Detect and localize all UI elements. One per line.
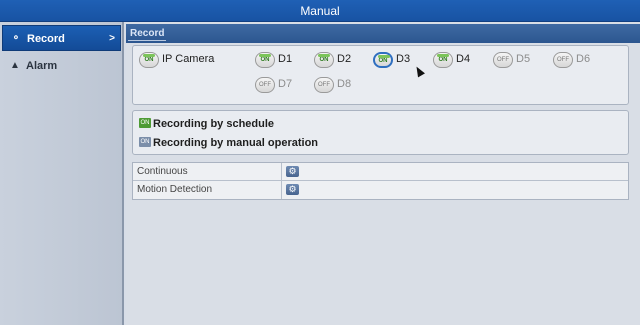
toggle-on-icon[interactable]: ON xyxy=(373,52,393,68)
mode-label: Recording by manual operation xyxy=(153,137,319,149)
camera-label: IP Camera xyxy=(162,53,215,65)
camera-label: D4 xyxy=(456,53,471,65)
mode-on-icon: ON xyxy=(139,137,151,147)
toggle-off-icon[interactable]: OFF xyxy=(553,52,573,68)
toggle-off-icon[interactable]: OFF xyxy=(493,52,513,68)
camera-label: D2 xyxy=(337,53,352,65)
sidebar: ⚬ Record > ▲ Alarm xyxy=(0,22,124,325)
row-label: Continuous xyxy=(133,163,282,181)
window-title: Manual xyxy=(300,4,340,18)
sidebar-item-label: Alarm xyxy=(26,60,58,72)
sidebar-item-record[interactable]: ⚬ Record > xyxy=(2,25,121,51)
table-row: Continuous ⚙ xyxy=(133,163,628,181)
toggle-on-icon[interactable]: ON xyxy=(139,52,159,68)
record-icon: ⚬ xyxy=(11,33,21,44)
toggle-off-icon[interactable]: OFF xyxy=(255,77,275,93)
mode-label: Recording by schedule xyxy=(153,118,275,130)
recording-type-table: Continuous ⚙ Motion Detection ⚙ xyxy=(132,162,629,200)
recording-mode-panel: ON Recording by schedule ON Recording by… xyxy=(132,110,629,155)
gear-icon[interactable]: ⚙ xyxy=(286,166,299,177)
tab-record[interactable]: Record xyxy=(128,26,167,41)
main-content: Record ON IP Camera ON D1 ON D2 ON D3 ON… xyxy=(126,22,640,325)
sidebar-item-alarm[interactable]: ▲ Alarm xyxy=(2,53,121,79)
mode-on-icon: ON xyxy=(139,118,151,128)
toggle-on-icon[interactable]: ON xyxy=(314,52,334,68)
gear-icon[interactable]: ⚙ xyxy=(286,184,299,195)
camera-label: D3 xyxy=(396,53,411,65)
camera-label: D6 xyxy=(576,53,591,65)
alarm-icon: ▲ xyxy=(10,60,20,71)
table-row: Motion Detection ⚙ xyxy=(133,181,628,199)
camera-label: D7 xyxy=(278,78,293,90)
camera-label: D1 xyxy=(278,53,293,65)
sidebar-item-label: Record xyxy=(27,33,65,45)
toggle-off-icon[interactable]: OFF xyxy=(314,77,334,93)
camera-label: D5 xyxy=(516,53,531,65)
toggle-on-icon[interactable]: ON xyxy=(255,52,275,68)
tab-bar: Record xyxy=(126,24,640,43)
row-label: Motion Detection xyxy=(133,181,282,199)
camera-selection-panel: ON IP Camera ON D1 ON D2 ON D3 ON D4 OFF… xyxy=(132,45,629,105)
window-titlebar: Manual xyxy=(0,0,640,22)
chevron-right-icon: > xyxy=(109,33,115,44)
toggle-on-icon[interactable]: ON xyxy=(433,52,453,68)
camera-label: D8 xyxy=(337,78,352,90)
